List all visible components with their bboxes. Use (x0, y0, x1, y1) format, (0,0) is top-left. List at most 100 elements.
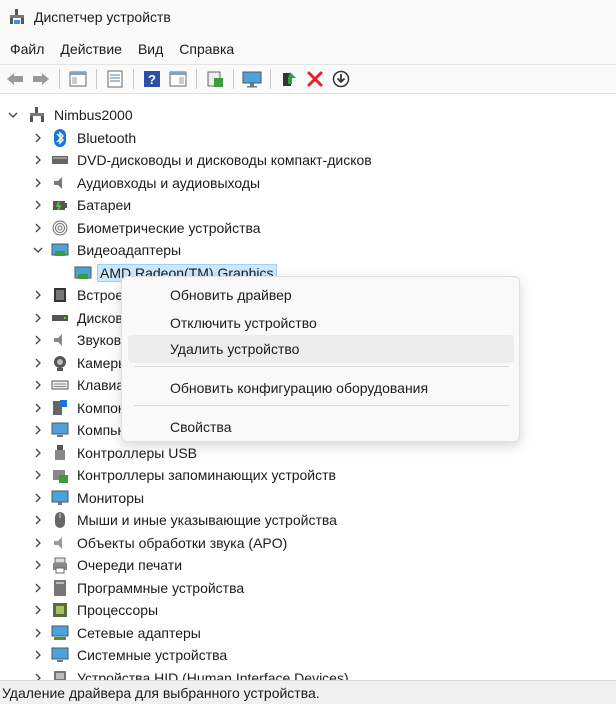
chevron-right-icon[interactable] (32, 627, 44, 639)
chevron-right-icon[interactable] (32, 559, 44, 571)
tree-category-item[interactable]: Биометрические устройства (0, 217, 616, 240)
chevron-right-icon[interactable] (32, 154, 44, 166)
tree-category-item[interactable]: Мыши и иные указывающие устройства (0, 509, 616, 532)
chevron-right-icon[interactable] (32, 312, 44, 324)
chevron-right-icon[interactable] (32, 334, 44, 346)
chevron-right-icon[interactable] (32, 402, 44, 414)
remove-button[interactable] (303, 67, 327, 91)
tree-category-item[interactable]: Сетевые адаптеры (0, 622, 616, 645)
tree-category-item[interactable]: Очереди печати (0, 554, 616, 577)
tree-item-label: Контроллеры запоминающих устройств (77, 467, 336, 484)
chevron-right-icon[interactable] (32, 649, 44, 661)
tree-item-label: Сетевые адаптеры (77, 624, 201, 641)
chevron-right-icon[interactable] (32, 582, 44, 594)
ctx-uninstall-device[interactable]: Удалить устройство (128, 335, 514, 363)
tree-category-item[interactable]: Системные устройства (0, 644, 616, 667)
tree-item-label: Контроллеры USB (77, 444, 197, 461)
tree-item-label: Аудиовходы и аудиовыходы (77, 174, 261, 191)
chevron-right-icon[interactable] (32, 357, 44, 369)
tree-item-label: Системные устройства (77, 647, 228, 664)
properties-panel-icon (69, 71, 87, 87)
menu-file[interactable]: Файл (2, 37, 52, 61)
properties-panel-button[interactable] (66, 67, 90, 91)
scan-hardware-icon (207, 71, 223, 87)
toolbar-separator (96, 69, 97, 89)
tree-item-label: Батареи (77, 197, 132, 214)
tree-root[interactable]: Nimbus2000 (0, 104, 616, 127)
tree-category-item[interactable]: Процессоры (0, 599, 616, 622)
tree-category-item[interactable]: DVD-дисководы и дисководы компакт-дисков (0, 149, 616, 172)
monitor-button[interactable] (240, 67, 264, 91)
chevron-right-icon[interactable] (32, 492, 44, 504)
tree-item-label: DVD-дисководы и дисководы компакт-дисков (77, 152, 372, 169)
tree-item-label: Биометрические устройства (77, 219, 261, 236)
chevron-right-icon[interactable] (32, 379, 44, 391)
chevron-right-icon[interactable] (32, 447, 44, 459)
chevron-right-icon[interactable] (32, 469, 44, 481)
tree-category-item[interactable]: Контроллеры USB (0, 442, 616, 465)
tree-category-item[interactable]: Контроллеры запоминающих устройств (0, 464, 616, 487)
usb-icon (55, 444, 65, 460)
chevron-right-icon[interactable] (32, 537, 44, 549)
details-button[interactable] (166, 67, 190, 91)
chevron-down-icon[interactable] (7, 109, 19, 121)
menu-action[interactable]: Действие (52, 37, 130, 61)
computer-root-icon (30, 107, 44, 123)
help-button[interactable]: ? (140, 67, 164, 91)
toolbar-separator (233, 69, 234, 89)
tree-category-item[interactable]: Объекты обработки звука (APO) (0, 532, 616, 555)
chevron-right-icon[interactable] (32, 424, 44, 436)
tree-category-item[interactable]: Устройства HID (Human Interface Devices) (0, 667, 616, 680)
remove-icon (307, 71, 323, 87)
update-driver-button[interactable] (277, 67, 301, 91)
download-button[interactable] (329, 67, 353, 91)
tree-category-item[interactable]: Мониторы (0, 487, 616, 510)
status-bar: Удаление драйвера для выбранного устройс… (0, 680, 616, 704)
ctx-update-driver[interactable]: Обновить драйвер (128, 281, 514, 309)
details-icon (169, 71, 187, 87)
list-view-icon (107, 70, 123, 88)
tree-category-item[interactable]: Батареи (0, 194, 616, 217)
chevron-right-icon[interactable] (32, 199, 44, 211)
tree-category-item[interactable]: Программные устройства (0, 577, 616, 600)
chevron-right-icon[interactable] (32, 672, 44, 680)
tree-item-label: Процессоры (77, 602, 159, 619)
menu-bar: Файл Действие Вид Справка (0, 34, 616, 64)
status-text: Удаление драйвера для выбранного устройс… (2, 684, 320, 701)
back-button[interactable] (3, 67, 27, 91)
menu-help[interactable]: Справка (171, 37, 242, 61)
hid-icon (54, 670, 66, 680)
battery-icon (53, 201, 67, 211)
software-component-icon (53, 399, 67, 415)
menu-view[interactable]: Вид (130, 37, 171, 61)
tree-category-item[interactable]: Аудиовходы и аудиовыходы (0, 172, 616, 195)
toolbar-separator (59, 69, 60, 89)
ctx-separator (134, 366, 509, 367)
sound-icon (54, 334, 62, 347)
ctx-properties[interactable]: Свойства (128, 413, 514, 441)
forward-button[interactable] (29, 67, 53, 91)
speaker-icon (54, 176, 62, 189)
chevron-right-icon[interactable] (32, 604, 44, 616)
download-icon (332, 70, 350, 88)
chevron-right-icon[interactable] (32, 222, 44, 234)
list-view-button[interactable] (103, 67, 127, 91)
tree-category-item[interactable]: Видеоадаптеры (0, 239, 616, 262)
chevron-right-icon[interactable] (32, 132, 44, 144)
bluetooth-icon (54, 128, 66, 147)
fingerprint-icon (52, 220, 68, 236)
chevron-right-icon[interactable] (32, 289, 44, 301)
computer-icon (51, 422, 69, 438)
processor-icon (53, 603, 67, 618)
tree-root-label: Nimbus2000 (54, 107, 133, 124)
network-adapter-icon (51, 625, 69, 640)
scan-hardware-button[interactable] (203, 67, 227, 91)
chevron-right-icon[interactable] (32, 514, 44, 526)
chevron-down-icon[interactable] (32, 244, 44, 256)
ctx-disable-device[interactable]: Отключить устройство (128, 309, 514, 337)
tree-category-item[interactable]: Bluetooth (0, 127, 616, 150)
firmware-icon (54, 288, 66, 303)
chevron-right-icon[interactable] (32, 177, 44, 189)
back-icon (7, 73, 23, 85)
ctx-scan-hardware[interactable]: Обновить конфигурацию оборудования (128, 374, 514, 402)
